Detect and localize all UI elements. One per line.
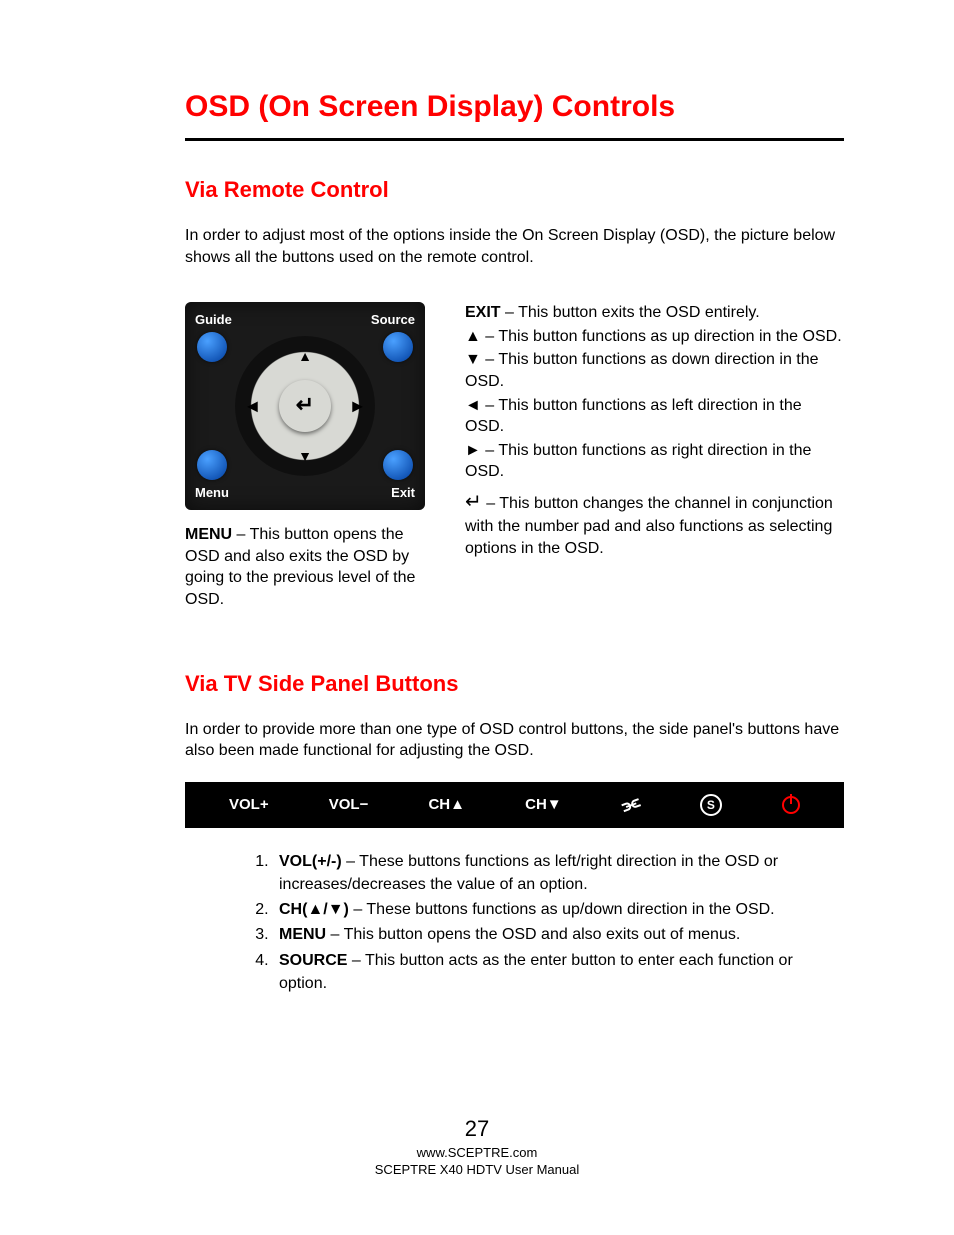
def-desc: – This button opens the OSD and also exi… bbox=[326, 926, 740, 943]
up-arrow-icon: ▲ bbox=[298, 348, 312, 364]
section-remote-intro: In order to adjust most of the options i… bbox=[185, 225, 844, 268]
left-symbol: ◄ bbox=[465, 397, 481, 414]
menu-button-icon bbox=[197, 450, 227, 480]
def-desc: – These buttons functions as left/right … bbox=[279, 853, 778, 893]
side-panel-strip: VOL+ VOL− CH▲ CH▼ ⫘ S bbox=[185, 782, 844, 828]
right-symbol: ► bbox=[465, 442, 481, 459]
exit-label: EXIT bbox=[465, 304, 501, 321]
exit-button-icon bbox=[383, 450, 413, 480]
source-icon: S bbox=[700, 794, 722, 816]
list-item: VOL(+/-) – These buttons functions as le… bbox=[273, 850, 844, 896]
volup-label: VOL+ bbox=[229, 796, 269, 813]
def-label: CH(▲/▼) bbox=[279, 901, 349, 918]
exit-desc: – This button exits the OSD entirely. bbox=[501, 304, 760, 321]
remote-label-menu: Menu bbox=[195, 485, 229, 500]
down-symbol: ▼ bbox=[465, 351, 481, 368]
source-button-icon bbox=[383, 332, 413, 362]
remote-label-exit: Exit bbox=[391, 485, 415, 500]
footer-manual: SCEPTRE X40 HDTV User Manual bbox=[0, 1162, 954, 1179]
power-icon bbox=[782, 796, 800, 814]
chdown-label: CH▼ bbox=[525, 796, 562, 813]
section-remote-heading: Via Remote Control bbox=[185, 177, 844, 203]
title-rule bbox=[185, 138, 844, 141]
list-item: SOURCE – This button acts as the enter b… bbox=[273, 949, 844, 995]
chup-label: CH▲ bbox=[428, 796, 465, 813]
footer-url: www.SCEPTRE.com bbox=[0, 1145, 954, 1162]
page-footer: 27 www.SCEPTRE.com SCEPTRE X40 HDTV User… bbox=[0, 1115, 954, 1179]
page-number: 27 bbox=[0, 1115, 954, 1144]
up-desc: – This button functions as up direction … bbox=[481, 328, 842, 345]
page-title: OSD (On Screen Display) Controls bbox=[185, 90, 844, 124]
remote-label-guide: Guide bbox=[195, 312, 232, 327]
def-label: MENU bbox=[279, 926, 326, 943]
list-item: CH(▲/▼) – These buttons functions as up/… bbox=[273, 898, 844, 921]
voldown-label: VOL− bbox=[329, 796, 369, 813]
menu-icon: ⫘ bbox=[618, 791, 643, 819]
remote-label-source: Source bbox=[371, 312, 415, 327]
section-panel-intro: In order to provide more than one type o… bbox=[185, 719, 844, 762]
right-arrow-icon: ▶ bbox=[352, 398, 363, 415]
dpad-ring-icon: ▲ ▼ ◀ ▶ ↵ bbox=[235, 336, 375, 476]
list-item: MENU – This button opens the OSD and als… bbox=[273, 923, 844, 946]
enter-symbol: ↵ bbox=[465, 491, 482, 513]
def-desc: – These buttons functions as up/down dir… bbox=[349, 901, 775, 918]
enter-desc: – This button changes the channel in con… bbox=[465, 495, 833, 557]
section-panel-heading: Via TV Side Panel Buttons bbox=[185, 671, 844, 697]
def-label: VOL(+/-) bbox=[279, 853, 342, 870]
left-desc: – This button functions as left directio… bbox=[465, 397, 802, 436]
def-desc: – This button acts as the enter button t… bbox=[279, 952, 793, 992]
up-symbol: ▲ bbox=[465, 328, 481, 345]
menu-description: MENU – This button opens the OSD and als… bbox=[185, 524, 425, 610]
left-arrow-icon: ◀ bbox=[247, 398, 258, 415]
right-desc: – This button functions as right directi… bbox=[465, 442, 811, 481]
enter-icon: ↵ bbox=[296, 392, 314, 418]
down-arrow-icon: ▼ bbox=[298, 448, 312, 464]
button-descriptions: EXIT – This button exits the OSD entirel… bbox=[465, 302, 844, 610]
def-label: SOURCE bbox=[279, 952, 347, 969]
guide-button-icon bbox=[197, 332, 227, 362]
down-desc: – This button functions as down directio… bbox=[465, 351, 819, 390]
panel-definitions: VOL(+/-) – These buttons functions as le… bbox=[185, 850, 844, 995]
menu-label: MENU bbox=[185, 526, 232, 543]
remote-image: Guide Source Menu Exit ▲ ▼ ◀ ▶ ↵ bbox=[185, 302, 425, 510]
